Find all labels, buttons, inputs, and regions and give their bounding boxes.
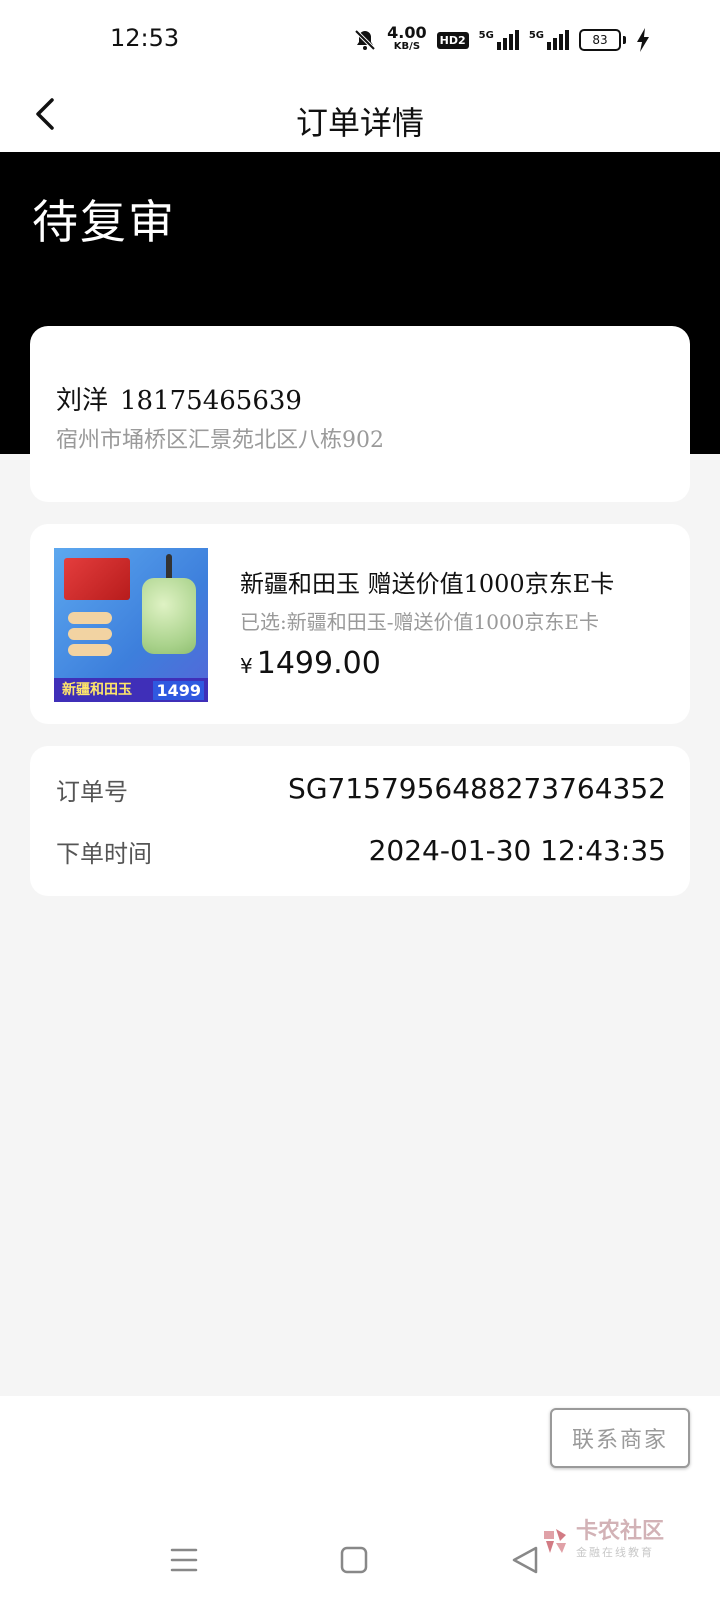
- menu-icon[interactable]: [164, 1540, 204, 1580]
- status-bar: 12:53 4.00 KB/S HD2 5G 5G 83: [0, 0, 720, 80]
- product-card[interactable]: 新疆和田玉 1499 新疆和田玉 赠送价值1000京东E卡 已选:新疆和田玉-赠…: [30, 524, 690, 724]
- nav-bar: 订单详情: [0, 80, 720, 152]
- back-triangle-icon[interactable]: [506, 1540, 546, 1580]
- product-title: 新疆和田玉 赠送价值1000京东E卡: [240, 570, 615, 598]
- network-speed-value: 4.00: [387, 23, 427, 42]
- order-number-row: 订单号 SG7157956488273764352: [56, 772, 666, 812]
- address-card: 刘洋 18175465639 宿州市埇桥区汇景苑北区八栋902: [30, 326, 690, 502]
- product-price: ¥1499.00: [240, 646, 381, 681]
- network-speed-unit: KB/S: [393, 41, 421, 52]
- network-speed: 4.00 KB/S: [387, 23, 427, 54]
- signal-label: 5G: [528, 30, 544, 41]
- home-square-icon[interactable]: [334, 1540, 374, 1580]
- battery-level: 83: [579, 29, 621, 51]
- order-status: 待复审: [32, 195, 176, 249]
- recipient-name: 刘洋: [56, 386, 109, 416]
- order-number-label: 订单号: [56, 778, 128, 806]
- product-image-price: 1499: [153, 681, 204, 700]
- order-time-row: 下单时间 2024-01-30 12:43:35: [56, 834, 666, 874]
- signal-label: 5G: [478, 30, 494, 41]
- status-time: 12:53: [110, 24, 180, 52]
- product-image-caption: 新疆和田玉: [62, 682, 132, 698]
- charging-icon: [637, 28, 649, 52]
- bell-off-icon: [354, 29, 376, 51]
- address-line: 宿州市埇桥区汇景苑北区八栋902: [56, 428, 384, 453]
- battery-icon: 83: [579, 29, 626, 51]
- signal-icon: 5G: [529, 30, 569, 50]
- recipient-phone: 18175465639: [120, 386, 302, 416]
- system-navigation: [0, 1540, 720, 1590]
- recipient: 刘洋 18175465639: [56, 380, 302, 417]
- signal-icon: 5G: [479, 30, 519, 50]
- order-info-card: 订单号 SG7157956488273764352 下单时间 2024-01-3…: [30, 746, 690, 896]
- order-time-label: 下单时间: [56, 840, 152, 868]
- order-time-value: 2024-01-30 12:43:35: [368, 834, 666, 867]
- product-image[interactable]: 新疆和田玉 1499: [54, 548, 208, 702]
- order-number-value: SG7157956488273764352: [288, 772, 666, 805]
- price-amount: 1499.00: [256, 646, 381, 681]
- hd-badge: HD2: [436, 31, 469, 49]
- status-icons: 4.00 KB/S HD2 5G 5G 83: [353, 23, 650, 54]
- price-currency: ¥: [240, 654, 253, 678]
- contact-seller-button[interactable]: 联系商家: [550, 1408, 690, 1468]
- product-selection: 已选:新疆和田玉-赠送价值1000京东E卡: [240, 610, 599, 634]
- page-title: 订单详情: [295, 104, 424, 142]
